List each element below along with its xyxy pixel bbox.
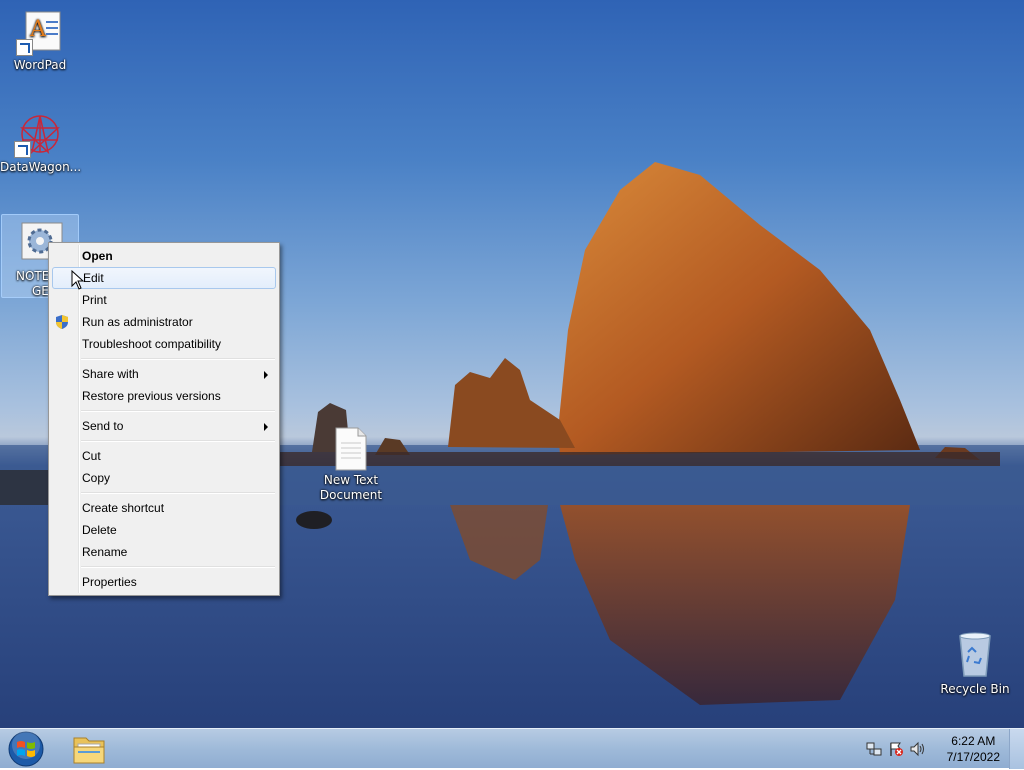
menu-item-troubleshoot-compatibility[interactable]: Troubleshoot compatibility <box>51 333 277 355</box>
windows-orb-icon <box>8 731 44 767</box>
menu-separator <box>81 566 275 568</box>
uac-shield-icon <box>56 315 68 329</box>
desktop-icon-new-text-document[interactable]: New Text Document <box>313 427 389 503</box>
menu-item-copy[interactable]: Copy <box>51 467 277 489</box>
menu-separator <box>81 410 275 412</box>
taskbar-explorer-button[interactable] <box>66 731 112 767</box>
submenu-arrow-icon <box>264 371 268 379</box>
clock-time: 6:22 AM <box>951 734 996 748</box>
desktop-icon-recycle-bin[interactable]: Recycle Bin <box>937 630 1013 697</box>
clock-date: 7/17/2022 <box>946 750 1000 764</box>
recycle-bin-icon <box>955 630 995 680</box>
taskbar: 6:22 AM 7/17/2022 <box>0 728 1024 769</box>
menu-item-restore-previous-versions[interactable]: Restore previous versions <box>51 385 277 407</box>
menu-item-rename[interactable]: Rename <box>51 541 277 563</box>
taskbar-clock[interactable]: 6:22 AM 7/17/2022 <box>947 733 1000 765</box>
menu-item-cut[interactable]: Cut <box>51 445 277 467</box>
network-icon[interactable] <box>866 741 882 757</box>
action-center-flag-icon[interactable] <box>888 741 904 757</box>
menu-item-delete[interactable]: Delete <box>51 519 277 541</box>
context-menu: Open Edit Print Run as administrator Tro… <box>48 242 280 596</box>
menu-item-send-to[interactable]: Send to <box>51 415 277 437</box>
volume-icon[interactable] <box>910 741 926 757</box>
menu-item-edit[interactable]: Edit <box>52 267 276 289</box>
shortcut-arrow-icon <box>16 39 33 56</box>
text-document-icon <box>334 427 368 471</box>
start-button[interactable] <box>6 731 46 767</box>
menu-item-create-shortcut[interactable]: Create shortcut <box>51 497 277 519</box>
icon-label: Recycle Bin <box>940 682 1010 696</box>
menu-item-share-with[interactable]: Share with <box>51 363 277 385</box>
mouse-cursor-icon <box>71 270 85 290</box>
icon-label-line1: New Text <box>323 473 379 487</box>
submenu-arrow-icon <box>264 423 268 431</box>
menu-item-run-as-administrator[interactable]: Run as administrator <box>51 311 277 333</box>
menu-item-open[interactable]: Open <box>51 245 277 267</box>
menu-item-print[interactable]: Print <box>51 289 277 311</box>
datawagon-icon <box>14 110 62 158</box>
desktop-icon-datawagon[interactable]: DataWagon... <box>0 110 82 175</box>
icon-label: DataWagon... <box>0 160 82 174</box>
menu-separator <box>81 440 275 442</box>
menu-separator <box>81 492 275 494</box>
shortcut-arrow-icon <box>14 141 31 158</box>
wordpad-icon: A <box>16 8 64 56</box>
menu-item-properties[interactable]: Properties <box>51 571 277 593</box>
folder-icon <box>73 737 105 764</box>
menu-separator <box>81 358 275 360</box>
icon-label: WordPad <box>13 58 67 72</box>
system-tray: 6:22 AM 7/17/2022 <box>854 729 1024 769</box>
icon-label-line2: Document <box>319 488 383 502</box>
show-desktop-button[interactable] <box>1009 729 1024 769</box>
desktop-icon-wordpad[interactable]: A WordPad <box>2 8 78 73</box>
